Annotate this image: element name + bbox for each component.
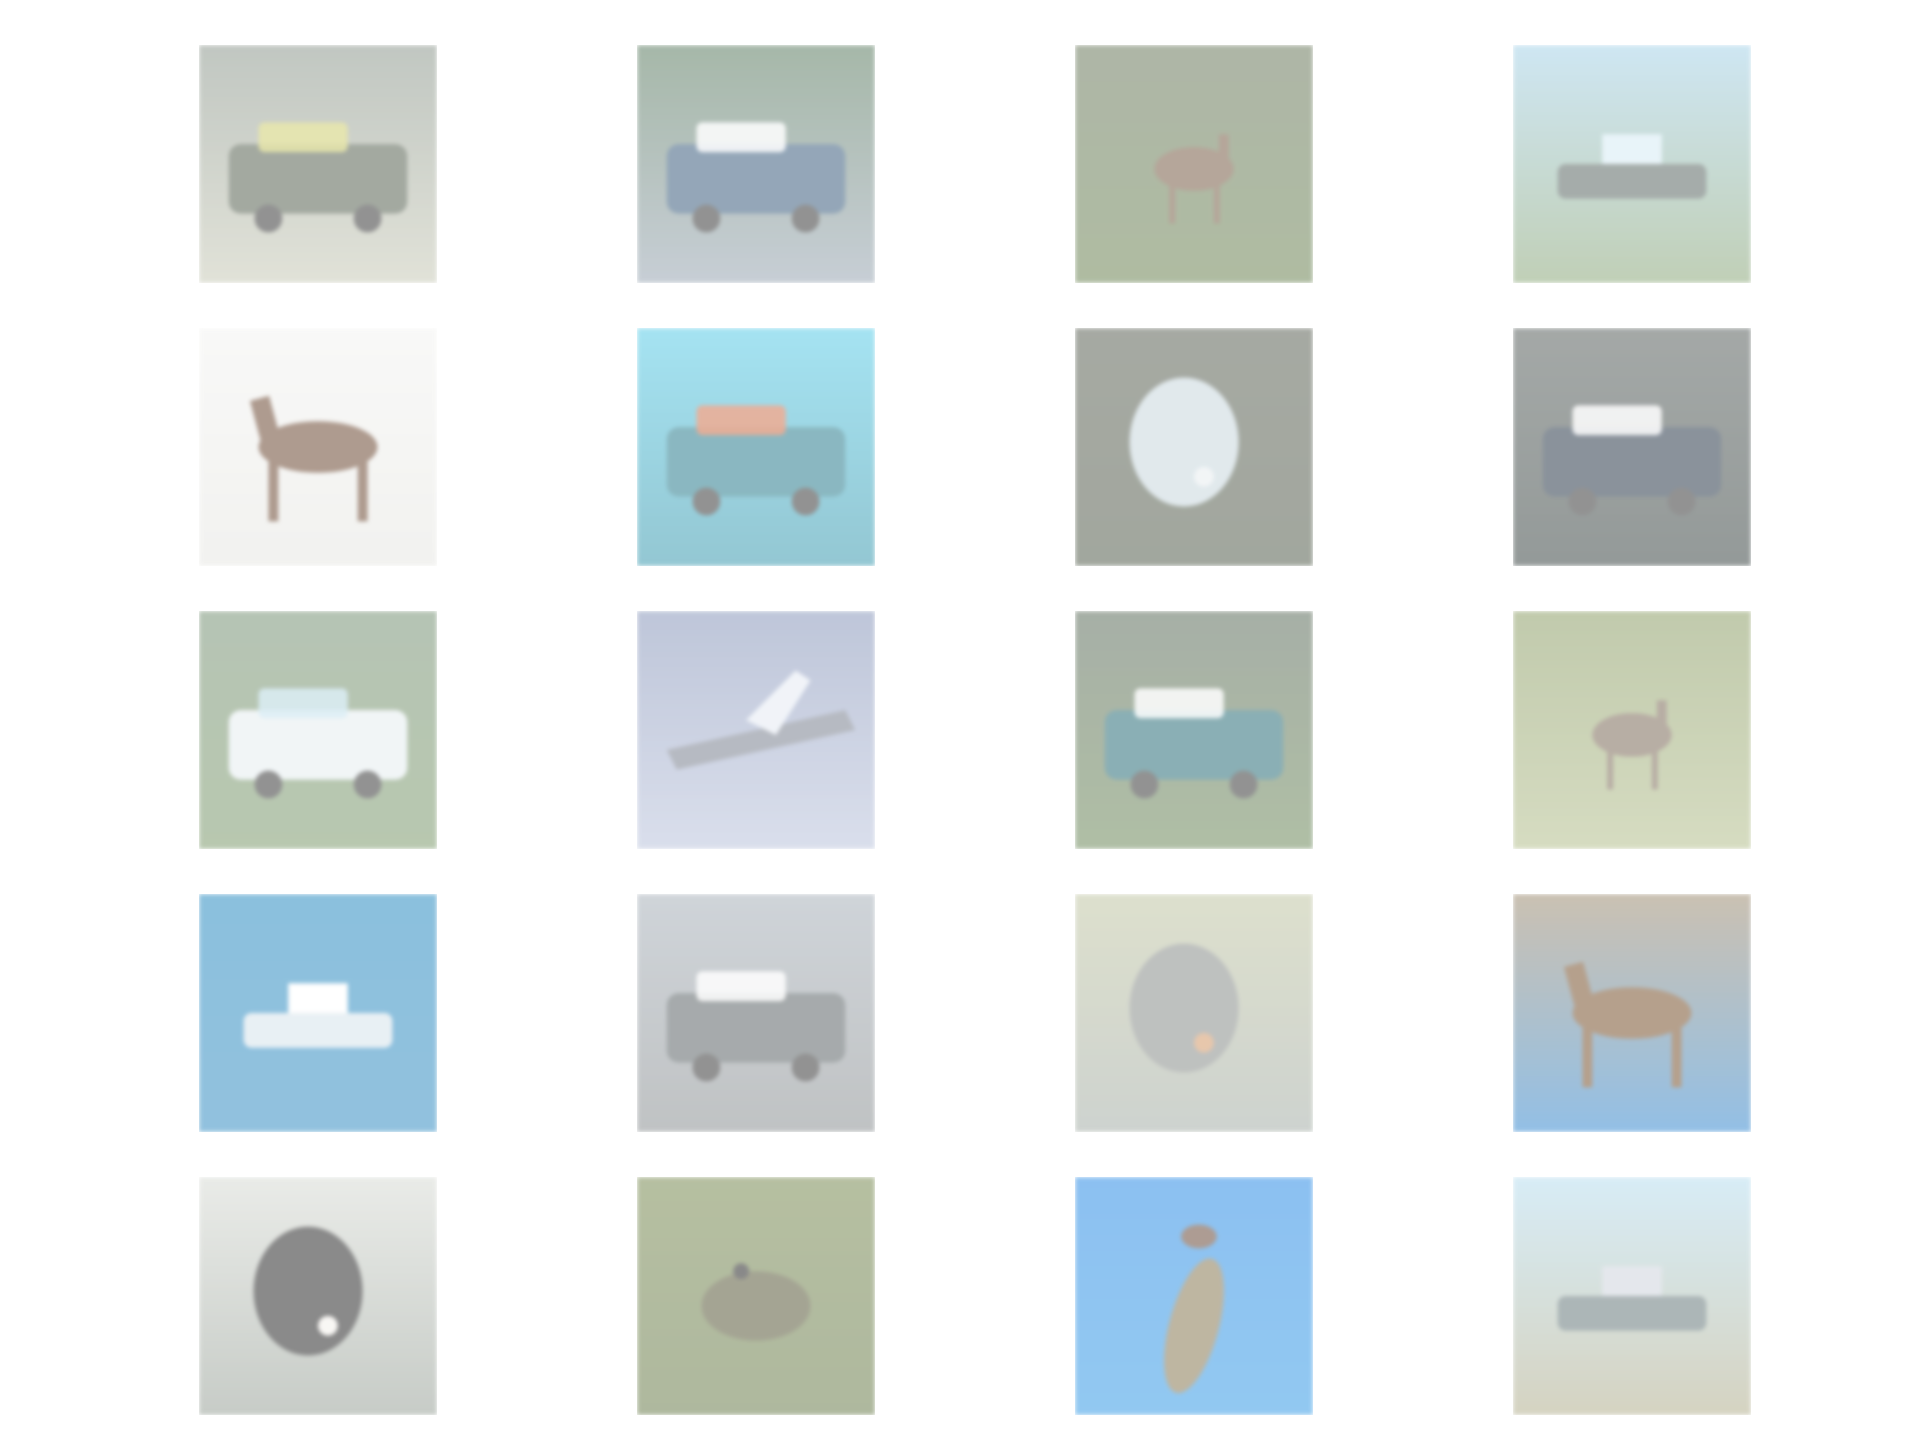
deer-illustration: [1513, 611, 1751, 849]
thumbnail-deer: [1513, 611, 1751, 849]
thumbnail-ship: [1513, 1177, 1751, 1415]
cat-illustration: [1075, 328, 1313, 566]
thumbnail-dog: [1075, 894, 1313, 1132]
thumbnail-car: [637, 45, 875, 283]
thumbnail-deer: [1075, 45, 1313, 283]
ship-illustration: [1513, 45, 1751, 283]
horse-illustration: [1513, 894, 1751, 1132]
thumbnail-frog: [637, 1177, 875, 1415]
thumbnail-truck: [637, 894, 875, 1132]
thumbnail-airplane: [637, 611, 875, 849]
bird-illustration: [1075, 1177, 1313, 1415]
thumbnail-truck: [199, 45, 437, 283]
thumbnail-bird: [1075, 1177, 1313, 1415]
thumbnail-truck: [1075, 611, 1313, 849]
image-grid: [0, 0, 1920, 1440]
frog-illustration: [637, 1177, 875, 1415]
truck-illustration: [1075, 611, 1313, 849]
thumbnail-dog: [199, 1177, 437, 1415]
deer-illustration: [1075, 45, 1313, 283]
dog-illustration: [1075, 894, 1313, 1132]
truck-illustration: [637, 894, 875, 1132]
truck-illustration: [1513, 328, 1751, 566]
thumbnail-ship: [1513, 45, 1751, 283]
thumbnail-cat: [1075, 328, 1313, 566]
thumbnail-truck: [637, 328, 875, 566]
dog-illustration: [199, 1177, 437, 1415]
thumbnail-truck: [1513, 328, 1751, 566]
airplane-illustration: [637, 611, 875, 849]
truck-illustration: [199, 45, 437, 283]
thumbnail-horse: [1513, 894, 1751, 1132]
horse-illustration: [199, 328, 437, 566]
truck-illustration: [199, 611, 437, 849]
thumbnail-horse: [199, 328, 437, 566]
ship-illustration: [1513, 1177, 1751, 1415]
truck-illustration: [637, 328, 875, 566]
thumbnail-ship: [199, 894, 437, 1132]
ship-illustration: [199, 894, 437, 1132]
car-illustration: [637, 45, 875, 283]
thumbnail-truck: [199, 611, 437, 849]
